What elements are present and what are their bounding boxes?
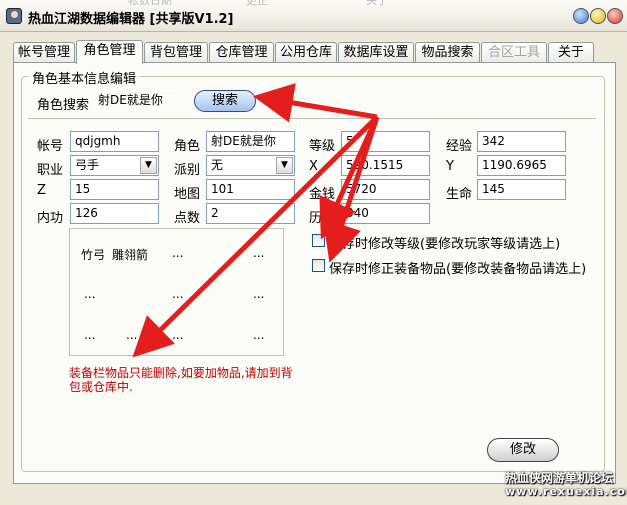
tab-warehouse[interactable]: 仓库管理 [209, 42, 274, 62]
equipment-slot[interactable]: ... [253, 246, 264, 260]
faction-select-value: 无 [211, 158, 224, 172]
tab-bag[interactable]: 背包管理 [144, 42, 208, 62]
equipment-slot[interactable]: ... [253, 328, 264, 342]
neigong-field[interactable]: 126 [70, 203, 159, 224]
equipment-slot[interactable]: ... [84, 328, 95, 342]
equipment-slot[interactable]: ... [126, 328, 137, 342]
modify-button[interactable]: 修改 [487, 438, 559, 462]
z-label: Z [37, 183, 46, 198]
watermark: 热血侠网游单机论坛 www.rexuexia.com [505, 471, 627, 499]
ghost-text: 关于 [366, 0, 388, 7]
group-title: 角色基本信息编辑 [29, 68, 140, 87]
search-button[interactable]: 搜索 [194, 90, 256, 112]
app-icon [6, 8, 22, 24]
equipment-slot[interactable]: ... [172, 246, 183, 260]
hp-field[interactable]: 145 [477, 179, 566, 200]
level-label: 等级 [309, 139, 336, 154]
equipment-slot[interactable]: ... [253, 287, 264, 301]
equipment-slot[interactable]: 竹弓 [81, 246, 105, 263]
search-label: 角色搜索 [37, 98, 90, 113]
title-bar: 帐数日期 更正 关于 热血江湖数据编辑器 [共享版V1.2] [0, 0, 627, 32]
fix-equipment-checkbox[interactable] [312, 259, 325, 272]
minimize-button[interactable] [573, 8, 589, 24]
role-field[interactable]: 射DE就是你 [206, 131, 295, 152]
equipment-slot[interactable]: ... [172, 287, 183, 301]
exp-field[interactable]: 342 [477, 131, 566, 152]
equipment-note: 装备栏物品只能删除,如要加物品,请加到背包或仓库中. [69, 366, 293, 394]
x-field[interactable]: 590.1515 [341, 155, 430, 176]
x-label: X [309, 159, 318, 174]
tab-role[interactable]: 角色管理 [76, 40, 143, 64]
tab-about[interactable]: 关于 [548, 42, 594, 62]
level-field[interactable]: 5 [341, 131, 430, 152]
account-label: 帐号 [37, 139, 64, 154]
history-label: 历练 [309, 211, 336, 226]
modify-level-label: 保存时修改等级(要修改玩家等级请选上) [329, 237, 561, 252]
exp-label: 经验 [446, 139, 473, 154]
tab-database-settings[interactable]: 数据库设置 [338, 42, 414, 62]
job-select-value: 弓手 [75, 158, 100, 172]
map-label: 地图 [174, 187, 201, 202]
tab-account[interactable]: 帐号管理 [13, 42, 75, 62]
points-label: 点数 [174, 211, 201, 226]
equipment-slot[interactable]: ... [84, 287, 95, 301]
tab-merge-tool: 合区工具 [481, 42, 547, 62]
y-field[interactable]: 1190.6965 [477, 155, 566, 176]
account-field[interactable]: qdjgmh [70, 131, 159, 152]
map-field[interactable]: 101 [206, 179, 295, 200]
chevron-down-icon[interactable]: ▼ [276, 157, 293, 174]
job-label: 职业 [37, 163, 64, 178]
history-field[interactable]: 340 [341, 203, 430, 224]
window-title: 热血江湖数据编辑器 [共享版V1.2] [28, 12, 234, 27]
hp-label: 生命 [446, 187, 473, 202]
close-button[interactable] [607, 8, 623, 24]
faction-label: 派别 [174, 163, 201, 178]
modify-level-checkbox[interactable] [312, 234, 325, 247]
tab-item-search[interactable]: 物品搜索 [415, 42, 480, 62]
z-field[interactable]: 15 [70, 179, 159, 200]
gold-label: 金钱 [309, 187, 336, 202]
ghost-text: 帐数日期 [128, 0, 172, 7]
points-field[interactable]: 2 [206, 203, 295, 224]
tab-public-warehouse[interactable]: 公用仓库 [275, 42, 337, 62]
ghost-text: 更正 [246, 0, 268, 7]
divider [28, 118, 596, 119]
search-input[interactable]: 射DE就是你 [93, 90, 182, 111]
job-select[interactable]: 弓手 ▼ [70, 155, 159, 176]
app-window: 帐数日期 更正 关于 热血江湖数据编辑器 [共享版V1.2] 帐号管理 角色管理… [0, 0, 627, 505]
maximize-button[interactable] [590, 8, 606, 24]
fix-equipment-label: 保存时修正装备物品(要修改装备物品请选上) [329, 262, 587, 277]
faction-select[interactable]: 无 ▼ [206, 155, 295, 176]
chevron-down-icon[interactable]: ▼ [140, 157, 157, 174]
neigong-label: 内功 [37, 211, 64, 226]
y-label: Y [446, 159, 454, 174]
gold-field[interactable]: 5720 [341, 179, 430, 200]
watermark-line: www.rexuexia.com [505, 485, 627, 498]
equipment-slot[interactable]: ... [172, 328, 183, 342]
watermark-line: 热血侠网游单机论坛 [505, 471, 614, 485]
role-label: 角色 [174, 139, 201, 154]
equipment-slot[interactable]: 雕翎箭 [112, 246, 148, 263]
